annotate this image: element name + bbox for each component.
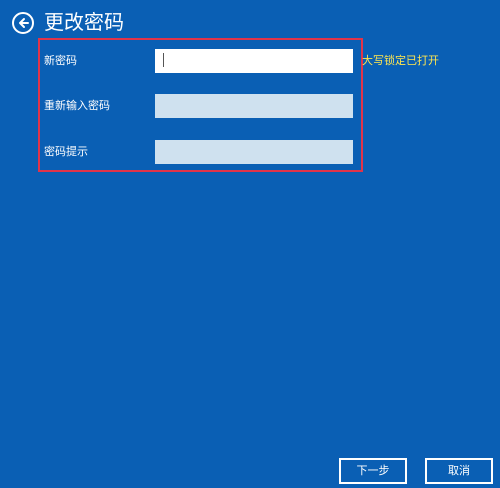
cancel-button[interactable]: 取消	[425, 458, 493, 484]
back-button[interactable]	[12, 12, 34, 34]
confirm-password-label: 重新输入密码	[44, 99, 110, 112]
back-arrow-icon	[17, 17, 29, 29]
confirm-password-input[interactable]	[155, 94, 353, 118]
password-hint-label: 密码提示	[44, 145, 88, 158]
new-password-label: 新密码	[44, 54, 77, 67]
new-password-input[interactable]	[155, 49, 353, 73]
page-title: 更改密码	[44, 10, 124, 34]
password-hint-input[interactable]	[155, 140, 353, 164]
text-caret	[163, 53, 164, 67]
next-button[interactable]: 下一步	[339, 458, 407, 484]
capslock-notice: 大写锁定已打开	[362, 54, 439, 67]
